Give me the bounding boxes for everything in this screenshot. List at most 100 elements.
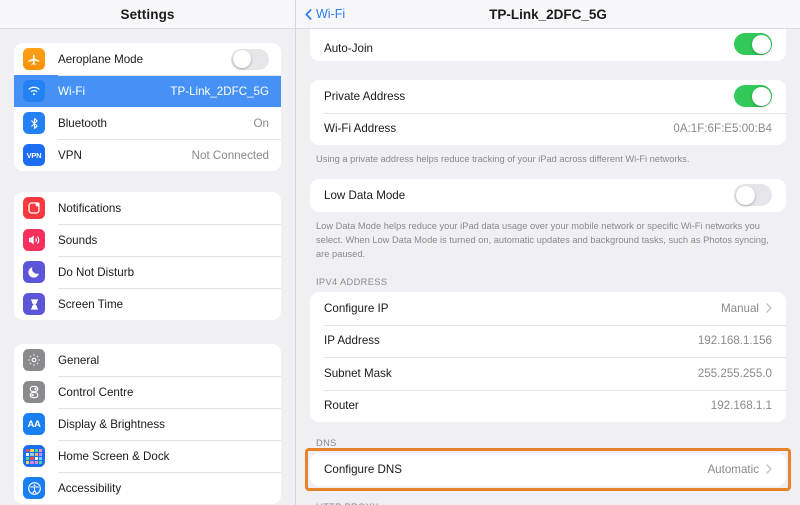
private-address-card: Private Address Wi-Fi Address 0A:1F:6F:E… — [310, 80, 786, 145]
airplane-icon — [23, 48, 45, 70]
detail-scroll-area[interactable]: Auto-Join Private Address Wi-Fi Address … — [296, 11, 800, 505]
private-address-row[interactable]: Private Address — [310, 80, 786, 113]
toggle-knob — [751, 86, 771, 106]
sidebar-item-accessibility[interactable]: Accessibility — [14, 472, 281, 504]
sidebar-group-connectivity: Aeroplane Mode Wi-Fi TP-Link_2DFC_5G Blu… — [14, 43, 281, 171]
wifi-address-value: 0A:1F:6F:E5:00:B4 — [673, 122, 772, 136]
ipv4-section-header: IPV4 ADDRESS — [316, 277, 388, 287]
wifi-address-row: Wi-Fi Address 0A:1F:6F:E5:00:B4 — [310, 112, 786, 146]
screen-time-icon — [23, 293, 45, 315]
ip-address-label: IP Address — [324, 334, 380, 348]
low-data-mode-footnote: Low Data Mode helps reduce your iPad dat… — [316, 220, 769, 259]
auto-join-label: Auto-Join — [324, 42, 373, 55]
general-gear-icon — [23, 349, 45, 371]
dns-card: Configure DNS Automatic — [310, 453, 786, 486]
sounds-icon — [23, 229, 45, 251]
sidebar-item-label: Notifications — [58, 201, 122, 215]
subnet-mask-row: Subnet Mask 255.255.255.0 — [310, 357, 786, 390]
private-address-footnote: Using a private address helps reduce tra… — [316, 154, 690, 164]
sidebar-item-label: Bluetooth — [58, 116, 107, 130]
router-value: 192.168.1.1 — [710, 399, 772, 413]
sidebar-item-label: Display & Brightness — [58, 417, 165, 431]
chevron-right-icon — [766, 303, 772, 313]
sidebar-item-value: Not Connected — [191, 148, 269, 162]
low-data-mode-row[interactable]: Low Data Mode — [310, 179, 786, 212]
do-not-disturb-icon — [23, 261, 45, 283]
ip-address-value: 192.168.1.156 — [697, 334, 772, 348]
page-title: TP-Link_2DFC_5G — [489, 6, 607, 22]
configure-dns-label: Configure DNS — [324, 462, 402, 476]
sidebar-item-label: VPN — [58, 148, 82, 162]
sidebar-item-label: Aeroplane Mode — [58, 52, 144, 66]
configure-ip-row[interactable]: Configure IP Manual — [310, 292, 786, 325]
vpn-icon: VPN — [23, 144, 45, 166]
ip-address-row: IP Address 192.168.1.156 — [310, 324, 786, 358]
wifi-icon — [23, 80, 45, 102]
toggle-knob — [232, 50, 251, 68]
wifi-network-detail-pane: Wi-Fi TP-Link_2DFC_5G Auto-Join Private … — [296, 0, 800, 505]
toggle-knob — [735, 185, 755, 205]
sidebar-item-label: Do Not Disturb — [58, 265, 135, 279]
back-to-wifi-button[interactable]: Wi-Fi — [305, 7, 345, 21]
sidebar-item-do-not-disturb[interactable]: Do Not Disturb — [14, 256, 281, 288]
bluetooth-icon — [23, 112, 45, 134]
configure-ip-value: Manual — [720, 301, 759, 315]
aeroplane-mode-toggle[interactable] — [231, 48, 269, 70]
sidebar-item-aeroplane-mode[interactable]: Aeroplane Mode — [14, 43, 281, 75]
low-data-mode-toggle[interactable] — [734, 184, 772, 207]
sidebar-item-general[interactable]: General — [14, 344, 281, 376]
router-label: Router — [324, 399, 359, 413]
sidebar-item-screen-time[interactable]: Screen Time — [14, 288, 281, 320]
sidebar-item-label: Sounds — [58, 233, 98, 247]
sidebar-item-label: General — [58, 353, 100, 367]
http-proxy-section-header: HTTP PROXY — [310, 502, 786, 505]
wifi-address-label: Wi-Fi Address — [324, 122, 397, 136]
private-address-toggle[interactable] — [734, 85, 772, 108]
chevron-left-icon — [305, 8, 312, 20]
low-data-mode-label: Low Data Mode — [324, 188, 406, 202]
sidebar-item-label: Control Centre — [58, 385, 134, 399]
sidebar-title: Settings — [120, 6, 175, 22]
sidebar-header: Settings — [0, 0, 295, 29]
router-row: Router 192.168.1.1 — [310, 389, 786, 423]
sidebar-item-control-centre[interactable]: Control Centre — [14, 376, 281, 408]
control-centre-icon — [23, 381, 45, 403]
auto-join-toggle[interactable] — [734, 33, 772, 55]
detail-header: Wi-Fi TP-Link_2DFC_5G — [296, 0, 800, 29]
notifications-icon — [23, 197, 45, 219]
ipad-settings-window: Settings Aeroplane Mode Wi-Fi TP-Link_2D… — [0, 0, 800, 505]
configure-dns-highlight-wrapper: Configure DNS Automatic — [305, 448, 791, 491]
sidebar-scroll-area[interactable]: Aeroplane Mode Wi-Fi TP-Link_2DFC_5G Blu… — [0, 43, 295, 505]
sidebar-item-value: TP-Link_2DFC_5G — [170, 84, 269, 98]
accessibility-icon — [23, 477, 45, 499]
sidebar-item-sounds[interactable]: Sounds — [14, 224, 281, 256]
sidebar-group-alerts: Notifications Sounds Do Not Disturb Scre… — [14, 192, 281, 320]
back-button-label: Wi-Fi — [316, 7, 346, 21]
sidebar-item-vpn[interactable]: VPN VPN Not Connected — [14, 139, 281, 171]
subnet-mask-value: 255.255.255.0 — [697, 366, 772, 380]
display-brightness-icon: AA — [23, 413, 45, 435]
dock-grid — [26, 448, 42, 464]
sidebar-item-label: Home Screen & Dock — [58, 449, 170, 463]
configure-ip-label: Configure IP — [324, 301, 389, 315]
configure-dns-row[interactable]: Configure DNS Automatic — [310, 453, 786, 486]
sidebar-item-label: Screen Time — [58, 297, 124, 311]
subnet-mask-label: Subnet Mask — [324, 366, 392, 380]
sidebar-group-system: General Control Centre AA Display & Brig… — [14, 344, 281, 504]
ipv4-card: Configure IP Manual IP Address 192.168.1… — [310, 292, 786, 422]
sidebar-item-display-brightness[interactable]: AA Display & Brightness — [14, 408, 281, 440]
home-screen-dock-icon — [23, 445, 45, 467]
settings-sidebar: Settings Aeroplane Mode Wi-Fi TP-Link_2D… — [0, 0, 296, 505]
low-data-mode-card: Low Data Mode — [310, 179, 786, 212]
sidebar-item-value: On — [253, 116, 269, 130]
sidebar-item-wifi[interactable]: Wi-Fi TP-Link_2DFC_5G — [14, 75, 281, 107]
sidebar-item-label: Accessibility — [58, 481, 122, 495]
chevron-right-icon — [766, 464, 772, 474]
sidebar-item-home-screen-dock[interactable]: Home Screen & Dock — [14, 440, 281, 472]
private-address-label: Private Address — [324, 89, 406, 103]
sidebar-item-notifications[interactable]: Notifications — [14, 192, 281, 224]
configure-dns-value: Automatic — [707, 462, 759, 476]
sidebar-item-bluetooth[interactable]: Bluetooth On — [14, 107, 281, 139]
sidebar-item-label: Wi-Fi — [58, 84, 86, 98]
dns-section-header: DNS — [316, 438, 337, 448]
